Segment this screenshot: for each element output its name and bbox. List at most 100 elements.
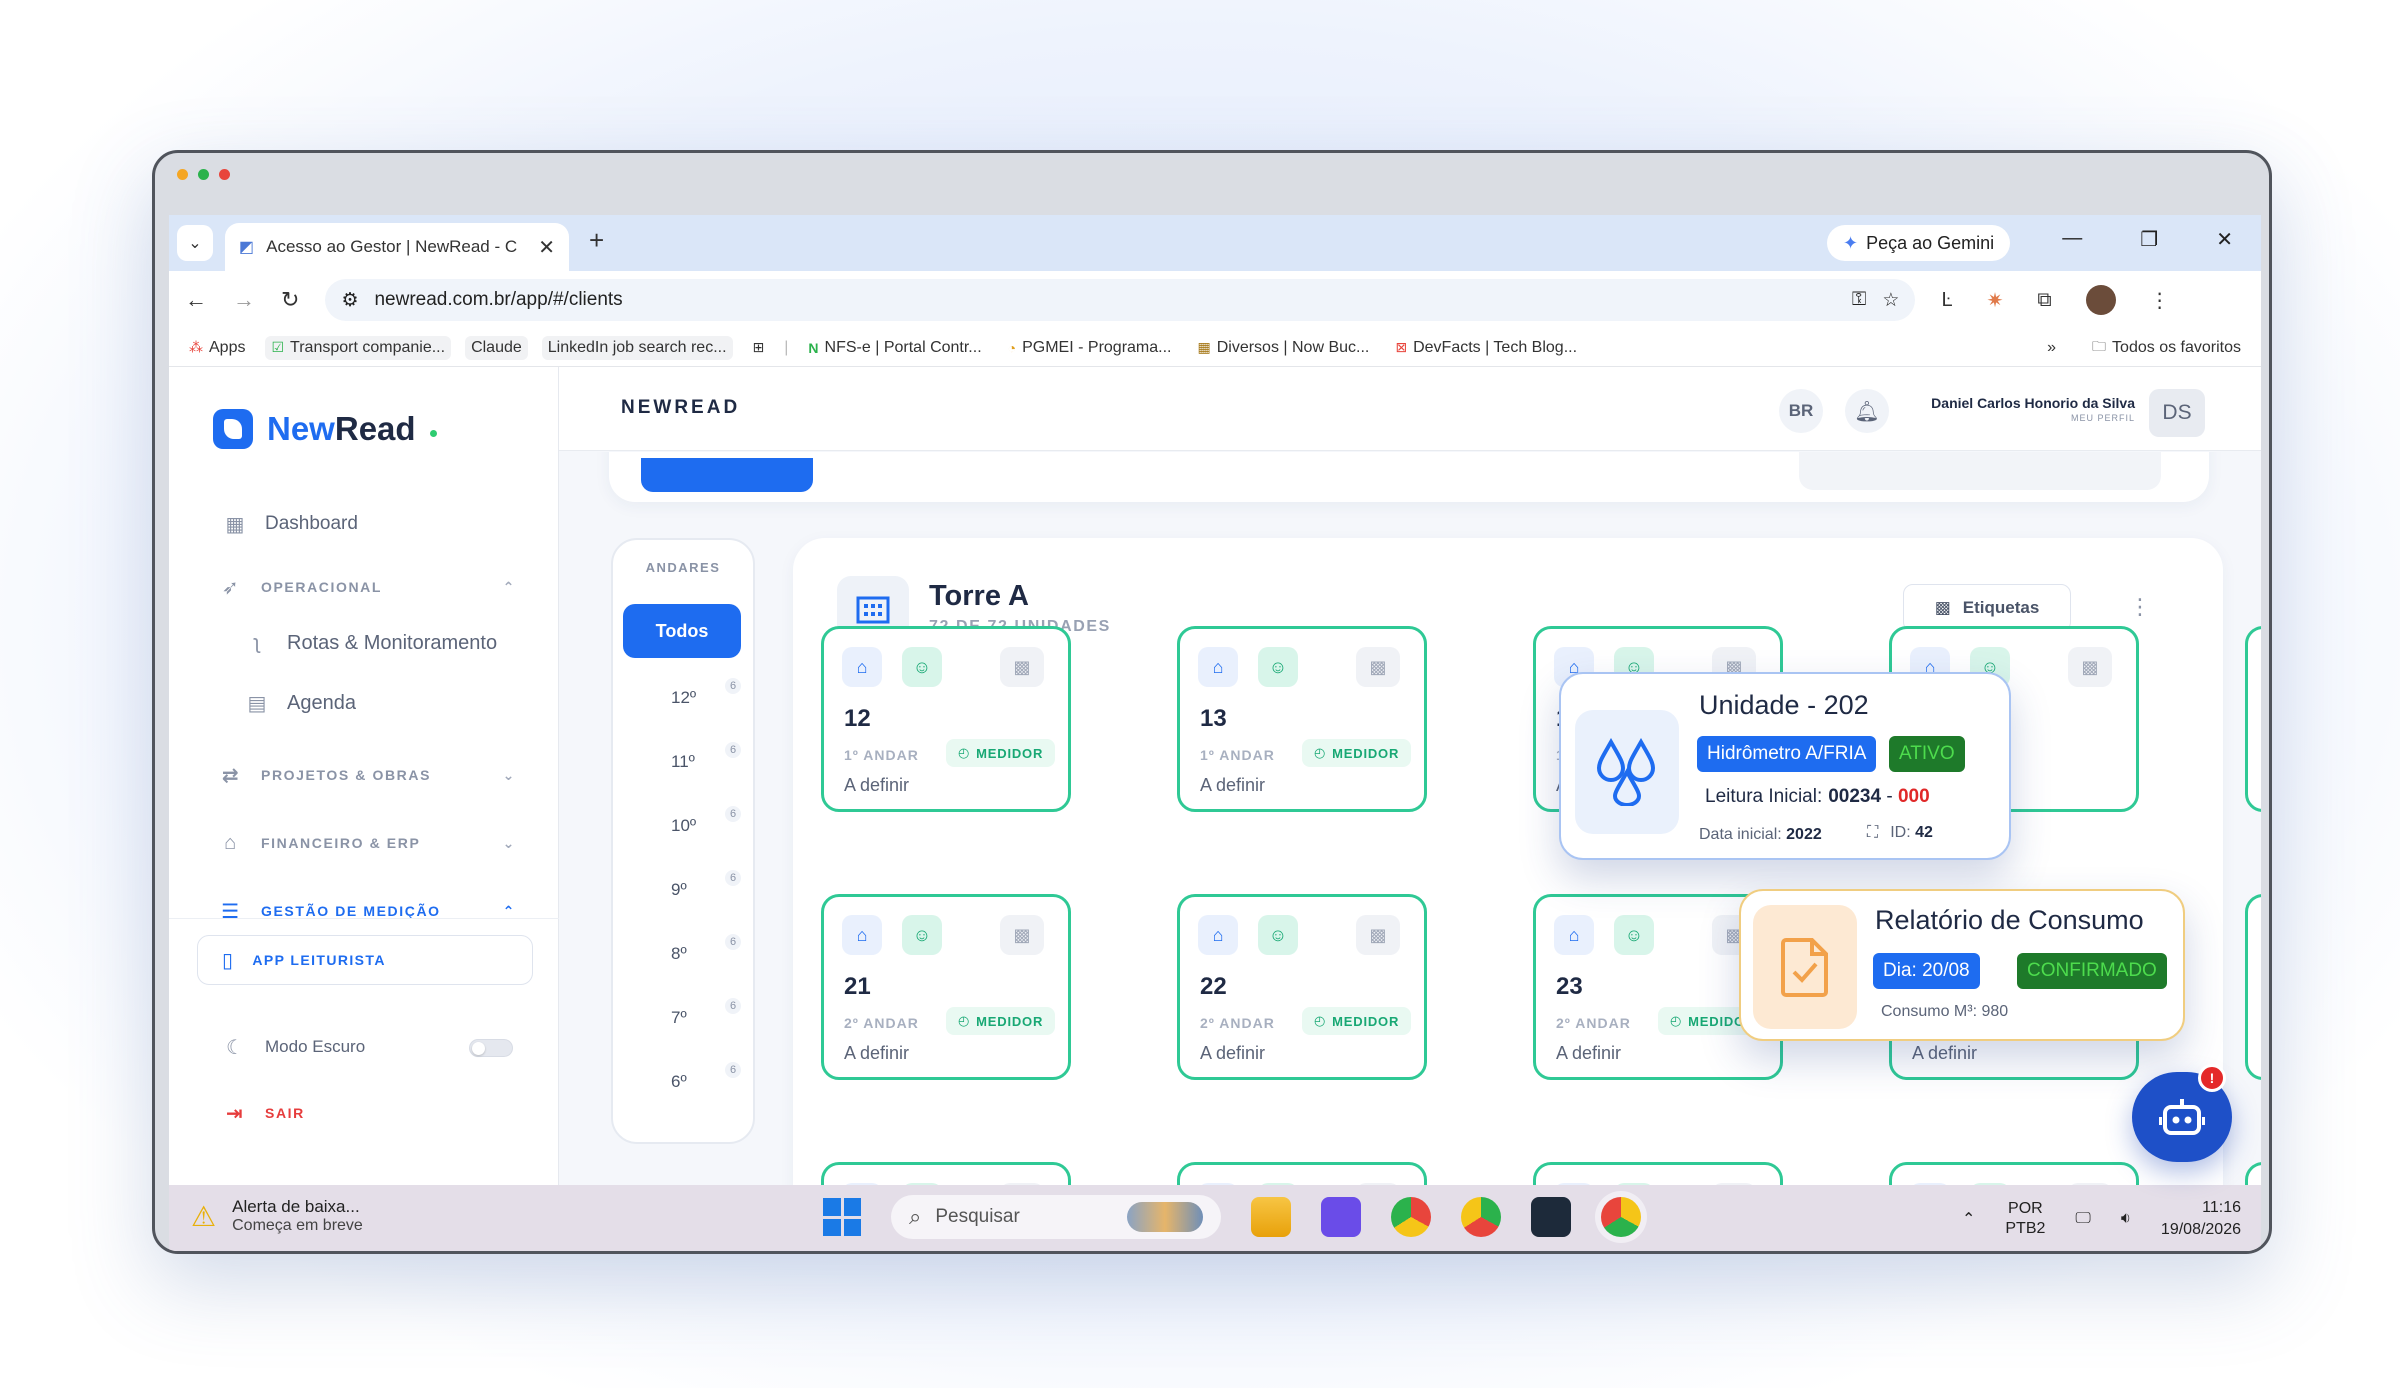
logo[interactable]: NewRead	[213, 409, 437, 449]
sidebar-section-projetos[interactable]: ⇄ PROJETOS & OBRAS ⌄	[219, 763, 515, 787]
extensions-puzzle-icon[interactable]: ⧉	[2037, 289, 2051, 312]
back-icon[interactable]: ←	[185, 287, 207, 313]
unit-card[interactable]: ⌂☺▩32	[1533, 1162, 1783, 1185]
tray-chevron-icon[interactable]: ⌃	[1962, 1209, 1975, 1229]
user-icon[interactable]: ☺	[1258, 647, 1298, 687]
unit-card[interactable]: ⌂☺▩◴MEDIDORA definir	[2245, 626, 2261, 812]
language-button[interactable]: BR	[1779, 389, 1823, 433]
close-dot[interactable]	[219, 169, 230, 180]
sidebar-section-gestao[interactable]: ☰ GESTÃO DE MEDIÇÃO ⌃	[219, 899, 515, 923]
floor-item[interactable]: 12º 6	[613, 678, 753, 718]
unit-card[interactable]: ⌂☺▩26	[821, 1162, 1071, 1185]
unit-card[interactable]: ⌂ ☺ ▩ 22 2º ANDAR ◴ MEDIDOR A definir	[1177, 894, 1427, 1080]
extension-lt-icon[interactable]: Ŀ	[1941, 289, 1952, 312]
zoom-dot[interactable]	[198, 169, 209, 180]
minimize-dot[interactable]	[177, 169, 188, 180]
consumption-report-popup[interactable]: Relatório de Consumo Dia: 20/08 CONFIRMA…	[1739, 889, 2185, 1041]
terminal-app-icon[interactable]	[1531, 1197, 1571, 1237]
user-avatar[interactable]: DS	[2149, 389, 2205, 437]
unit-card[interactable]: ⌂ ☺ ▩ 21 2º ANDAR ◴ MEDIDOR A definir	[821, 894, 1071, 1080]
bookmark-transport[interactable]: ☑ Transport companie...	[265, 335, 452, 360]
volume-icon[interactable]: 🔉︎	[2121, 1210, 2131, 1228]
qr-code-icon[interactable]: ▩	[1000, 647, 1044, 687]
qr-code-icon[interactable]: ▩	[1000, 915, 1044, 955]
home-icon[interactable]: ⌂	[1198, 915, 1238, 955]
tab-active[interactable]: ◩ Acesso ao Gestor | NewRead - C ✕	[225, 223, 569, 271]
chrome-profile-icon[interactable]	[1461, 1197, 1501, 1237]
bookmark-nfse[interactable]: N NFS-e | Portal Contr...	[802, 336, 987, 360]
close-tab-icon[interactable]: ✕	[538, 235, 555, 260]
dark-mode-toggle[interactable]	[469, 1039, 513, 1057]
chatbot-button[interactable]: !	[2132, 1064, 2232, 1162]
omnibox[interactable]: ⚙ newread.com.br/app/#/clients ⚿ ☆	[325, 279, 1916, 321]
chrome-active-icon[interactable]	[1601, 1197, 1641, 1237]
browser-menu-icon[interactable]: ⋮	[2150, 288, 2170, 313]
home-icon[interactable]: ⌂	[842, 915, 882, 955]
minimize-icon[interactable]: —	[2062, 227, 2082, 252]
floor-item[interactable]: 9º 6	[613, 870, 753, 910]
home-icon[interactable]: ⌂	[1554, 915, 1594, 955]
bookmark-devfacts[interactable]: ⊠ DevFacts | Tech Blog...	[1389, 336, 1583, 360]
qr-code-icon[interactable]: ▩	[2068, 647, 2112, 687]
floor-item[interactable]: 10º 6	[613, 806, 753, 846]
unit-card[interactable]: ⌂☺▩252º ANDAR◴MEDIDORA definir	[2245, 894, 2261, 1080]
user-icon[interactable]: ☺	[902, 647, 942, 687]
sidebar-item-agenda[interactable]: ▤ Agenda	[245, 691, 356, 715]
floor-item[interactable]: 6º 6	[613, 1062, 753, 1102]
windows-start-icon[interactable]	[823, 1198, 861, 1236]
copilot-app-icon[interactable]	[1321, 1197, 1361, 1237]
labels-button[interactable]: ▩ Etiquetas	[1903, 584, 2071, 632]
bookmark-claude[interactable]: Claude	[465, 335, 528, 360]
home-icon[interactable]: ⌂	[842, 647, 882, 687]
home-icon[interactable]: ⌂	[1198, 647, 1238, 687]
floor-item[interactable]: 8º 6	[613, 934, 753, 974]
tower-filter-button[interactable]	[641, 458, 813, 492]
bookmark-pgmei[interactable]: ◔ PGMEI - Programa...	[1002, 336, 1178, 360]
unit-popup[interactable]: Unidade - 202 Hidrômetro A/FRIA ATIVO Le…	[1559, 672, 2011, 860]
sidebar-item-dashboard[interactable]: ▦ Dashboard	[223, 512, 358, 536]
weather-alert[interactable]: ⚠ Alerta de baixa... Começa em breve	[191, 1197, 363, 1235]
close-window-icon[interactable]: ✕	[2216, 227, 2233, 252]
unit-card[interactable]: ⌂☺▩33	[1889, 1162, 2139, 1185]
extension-claude-icon[interactable]: ✷	[1987, 288, 2004, 313]
tab-search-button[interactable]: ⌄	[177, 225, 213, 261]
bookmark-linkedin[interactable]: LinkedIn job search rec...	[541, 335, 733, 360]
floor-item[interactable]: 11º 6	[613, 742, 753, 782]
user-icon[interactable]: ☺	[1258, 915, 1298, 955]
chrome-icon[interactable]	[1391, 1197, 1431, 1237]
keyboard-language[interactable]: POR PTB2	[2005, 1199, 2045, 1239]
more-options-icon[interactable]: ⋮	[2129, 594, 2151, 620]
profile-avatar-icon[interactable]	[2085, 285, 2116, 315]
user-icon[interactable]: ☺	[1614, 915, 1654, 955]
app-leiturista-button[interactable]: ▯ APP LEITURISTA	[197, 935, 533, 985]
new-tab-button[interactable]: +	[589, 225, 604, 256]
unit-card[interactable]: ⌂☺▩31	[1177, 1162, 1427, 1185]
password-key-icon[interactable]: ⚿	[1852, 289, 1866, 311]
taskbar-search[interactable]: ⌕ Pesquisar	[891, 1195, 1221, 1239]
sidebar-section-operacional[interactable]: ➶ OPERACIONAL ⌃	[219, 575, 515, 599]
unit-card[interactable]: ⌂☺▩34	[2245, 1162, 2261, 1185]
bookmark-star-icon[interactable]: ☆	[1882, 289, 1899, 312]
network-icon[interactable]: 🖵︎	[2075, 1210, 2090, 1228]
sidebar-section-financeiro[interactable]: ⌂ FINANCEIRO & ERP ⌄	[219, 831, 515, 855]
more-bookmarks-icon[interactable]: »	[2047, 339, 2056, 357]
file-explorer-icon[interactable]	[1251, 1197, 1291, 1237]
notification-bell-icon[interactable]: 🔔︎	[1845, 389, 1889, 433]
unit-search-input[interactable]	[1799, 452, 2161, 490]
clock[interactable]: 11:16 19/08/2026	[2161, 1197, 2241, 1241]
qr-code-icon[interactable]: ▩	[1356, 915, 1400, 955]
user-info[interactable]: Daniel Carlos Honorio da Silva MEU PERFI…	[1905, 395, 2135, 423]
restore-icon[interactable]: ❐	[2140, 227, 2158, 252]
sidebar-item-rotas[interactable]: ʅ Rotas & Monitoramento	[245, 631, 497, 655]
unit-card[interactable]: ⌂ ☺ ▩ 13 1º ANDAR ◴ MEDIDOR A definir	[1177, 626, 1427, 812]
all-bookmarks[interactable]: 🗀 Todos os favoritos	[2086, 333, 2247, 363]
site-settings-icon[interactable]: ⚙	[341, 289, 358, 312]
qr-code-icon[interactable]: ▩	[1356, 647, 1400, 687]
logout-button[interactable]: ⇥ SAIR	[223, 1101, 305, 1125]
unit-card[interactable]: ⌂ ☺ ▩ 12 1º ANDAR ◴ MEDIDOR A definir	[821, 626, 1071, 812]
reload-icon[interactable]: ↻	[281, 287, 299, 313]
bookmark-apps[interactable]: ⁂ Apps	[183, 336, 251, 360]
bookmark-diversos[interactable]: ▦ Diversos | Now Buc...	[1191, 336, 1375, 360]
bookmark-grid[interactable]: ⊞	[747, 336, 771, 359]
floor-item[interactable]: 7º 6	[613, 998, 753, 1038]
